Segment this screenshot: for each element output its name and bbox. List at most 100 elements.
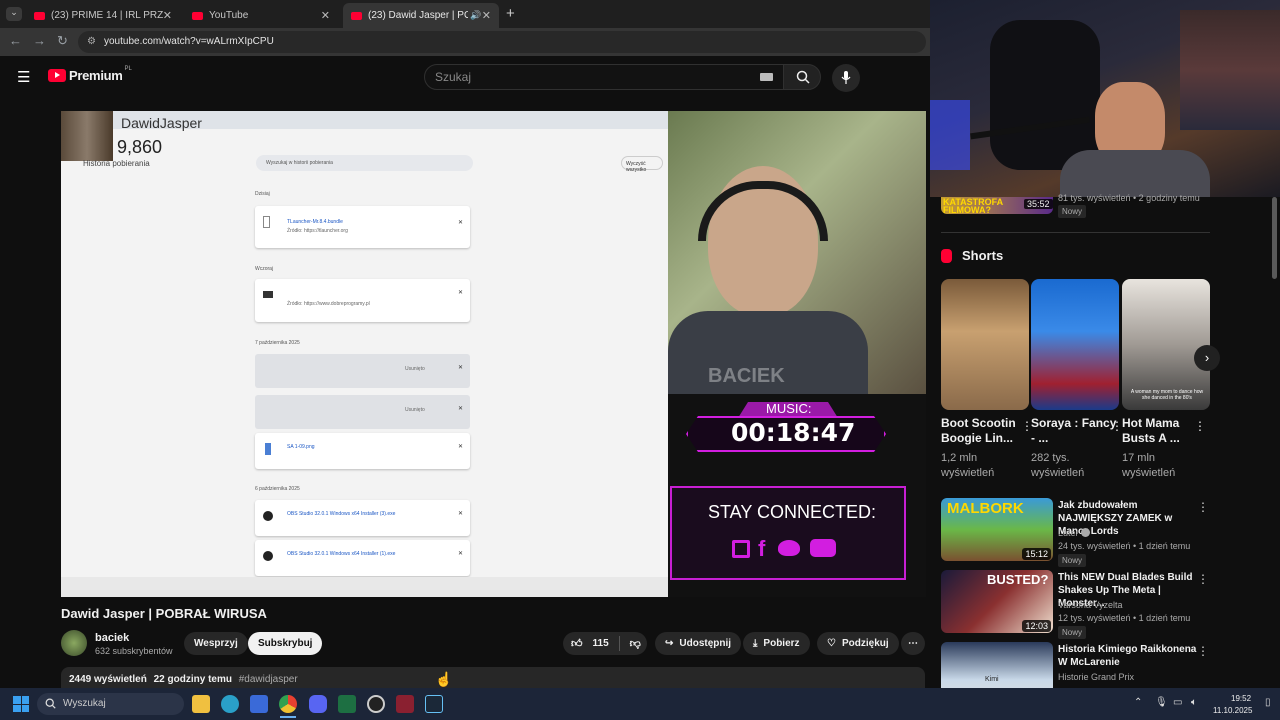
youtube-favicon-icon xyxy=(192,11,203,20)
short-thumbnail: A woman my mom to dance how she danced i… xyxy=(1122,279,1210,410)
support-button[interactable]: Wesprzyj xyxy=(184,632,248,655)
streamer-body xyxy=(1060,150,1210,197)
video-player[interactable]: DawidJasper 9,860 Historia pobierania Wy… xyxy=(61,111,926,597)
like-dislike-group: 👍︎ 115 👎︎ xyxy=(563,632,647,655)
shorts-header: Shorts xyxy=(941,248,1003,263)
remove-icon: ✕ xyxy=(458,551,464,557)
discord-icon[interactable] xyxy=(309,695,327,713)
address-bar[interactable]: ⚙ youtube.com/watch?v=wALrmXIpCPU xyxy=(78,31,926,53)
network-icon[interactable]: ▭ xyxy=(1173,697,1182,708)
microphone-icon[interactable]: 🎙︎ xyxy=(1155,697,1168,708)
thanks-button[interactable]: ♡ Podziękuj xyxy=(817,632,899,655)
short-item[interactable]: A woman my mom to dance how she danced i… xyxy=(1122,279,1210,481)
tab-title: (23) PRIME 14 | IRL PRZED GALĄ xyxy=(51,10,163,21)
chrome-icon[interactable] xyxy=(279,695,297,713)
short-item[interactable]: Soraya : Fancy - ... 282 tys. wyświetleń… xyxy=(1031,279,1123,481)
app-icon[interactable] xyxy=(396,695,414,713)
clock-date[interactable]: 11.10.2025 xyxy=(1213,706,1252,715)
more-actions-button[interactable]: ⋯ xyxy=(901,632,925,655)
channel-avatar[interactable] xyxy=(61,630,87,656)
shelf xyxy=(1180,10,1280,130)
music-panel: MUSIC: 00:18:47 STAY CONNECTED: f xyxy=(668,394,926,597)
file-explorer-icon[interactable] xyxy=(192,695,210,713)
thumbs-up-icon: 👍︎ xyxy=(571,638,583,650)
taskbar-search[interactable]: Wyszukaj xyxy=(37,693,184,715)
active-app-indicator xyxy=(280,716,296,718)
edge-icon[interactable] xyxy=(221,695,239,713)
video-meta: 81 tys. wyświetleń • 2 godziny temu xyxy=(1058,193,1200,203)
video-thumbnail: Kimi xyxy=(941,642,1053,688)
obs-icon[interactable] xyxy=(367,695,385,713)
start-button[interactable] xyxy=(13,696,29,712)
youtube-logo[interactable]: Premium PL xyxy=(48,65,132,83)
menu-icon[interactable]: ☰ xyxy=(17,68,30,86)
tab-youtube[interactable]: YouTube ✕ xyxy=(184,3,338,28)
site-info-icon[interactable]: ⚙ xyxy=(87,31,96,53)
chair xyxy=(990,20,1100,170)
sidebar-video[interactable]: BUSTED? 12:03 This NEW Dual Blades Build… xyxy=(941,570,1211,639)
new-tab-button[interactable]: + xyxy=(506,5,515,22)
file-icon xyxy=(265,443,271,455)
microphone-icon xyxy=(841,71,851,84)
hashtag-link[interactable]: #dawidjasper xyxy=(239,674,298,685)
search-button[interactable] xyxy=(783,64,821,90)
excel-icon[interactable] xyxy=(338,695,356,713)
dislike-button[interactable]: 👎︎ xyxy=(630,637,641,650)
download-button[interactable]: ⤓ Pobierz xyxy=(743,632,810,655)
more-options-icon[interactable]: ⋮ xyxy=(1197,644,1209,658)
video-title: Dawid Jasper | POBRAŁ WIRUSA xyxy=(61,606,267,621)
store-icon[interactable] xyxy=(250,695,268,713)
remove-icon: ✕ xyxy=(458,220,464,226)
close-tab-icon[interactable]: ✕ xyxy=(482,9,491,22)
remove-icon: ✕ xyxy=(458,290,464,296)
sidebar-video-top[interactable]: KATASTROFA FILMOWA? 35:52 81 tys. wyświe… xyxy=(941,193,1211,219)
shorts-title: Shorts xyxy=(962,248,1004,263)
volume-icon[interactable]: 🔈︎ xyxy=(1191,697,1197,708)
forward-icon[interactable]: → xyxy=(33,33,46,48)
close-tab-icon[interactable]: ✕ xyxy=(163,9,172,22)
more-options-icon[interactable]: ⋮ xyxy=(1194,419,1206,433)
channel-name[interactable]: baciek xyxy=(95,632,129,644)
date-heading: Wczoraj xyxy=(255,266,274,272)
region-code: PL xyxy=(124,65,132,72)
tab-prime[interactable]: (23) PRIME 14 | IRL PRZED GALĄ ✕ xyxy=(26,3,180,28)
sidebar-scrollbar[interactable] xyxy=(1272,197,1277,279)
voice-search-button[interactable] xyxy=(832,64,860,92)
tab-dawid-jasper[interactable]: (23) Dawid Jasper | POBRAŁ WIRUSA 🔊 ✕ xyxy=(343,3,499,28)
steam-icon[interactable] xyxy=(425,695,443,713)
shorts-next-button[interactable]: › xyxy=(1194,345,1220,371)
notification-icon[interactable]: ▯ xyxy=(1265,697,1271,708)
date-heading: Dzisiaj xyxy=(255,191,270,197)
subscribe-button[interactable]: Subskrybuj xyxy=(248,632,323,655)
installer-icon xyxy=(263,291,273,298)
close-tab-icon[interactable]: ✕ xyxy=(321,9,330,22)
back-icon[interactable]: ← xyxy=(9,33,22,48)
like-count: 115 xyxy=(592,638,609,649)
sidebar-video[interactable]: MALBORK 15:12 Jak zbudowałem NAJWIĘKSZY … xyxy=(941,498,1211,567)
search-input[interactable]: Szukaj xyxy=(424,64,784,90)
more-options-icon[interactable]: ⋮ xyxy=(1197,572,1209,586)
youtube-favicon-icon xyxy=(351,11,362,20)
browser-toolbar: ← → ↻ ⚙ youtube.com/watch?v=wALrmXIpCPU xyxy=(0,28,930,56)
sidebar-video[interactable]: Kimi Historia Kimiego Raikkonena W McLar… xyxy=(941,642,1211,688)
divider xyxy=(618,636,620,651)
tray-chevron-icon[interactable]: ⌃ xyxy=(1134,697,1142,708)
youtube-favicon-icon xyxy=(34,11,45,20)
tab-list-icon[interactable]: ⌄ xyxy=(6,7,22,21)
short-item[interactable]: Boot Scootin Boogie Lin... 1,2 mln wyświ… xyxy=(941,279,1033,481)
search-placeholder: Szukaj xyxy=(435,70,472,84)
like-button[interactable]: 👍︎ 115 xyxy=(563,637,609,650)
more-options-icon[interactable]: ⋮ xyxy=(1197,500,1209,514)
short-views: 1,2 mln wyświetleń xyxy=(941,452,995,479)
subscriber-count: 632 subskrybentów xyxy=(95,646,173,656)
stream-screen-capture: DawidJasper 9,860 Historia pobierania Wy… xyxy=(61,111,668,597)
clock-time[interactable]: 19:52 xyxy=(1231,694,1251,703)
download-icon: ⤓ xyxy=(753,638,758,649)
audio-playing-icon[interactable]: 🔊 xyxy=(470,10,481,21)
share-button[interactable]: ↪ Udostępnij xyxy=(655,632,742,655)
keyboard-icon[interactable] xyxy=(760,73,773,81)
reload-icon[interactable]: ↻ xyxy=(57,33,68,49)
video-title: Jak zbudowałem NAJWIĘKSZY ZAMEK w Manor … xyxy=(1058,500,1173,537)
description-box[interactable]: 2449 wyświetleń 22 godziny temu #dawidja… xyxy=(61,667,925,688)
search-icon xyxy=(45,698,56,709)
